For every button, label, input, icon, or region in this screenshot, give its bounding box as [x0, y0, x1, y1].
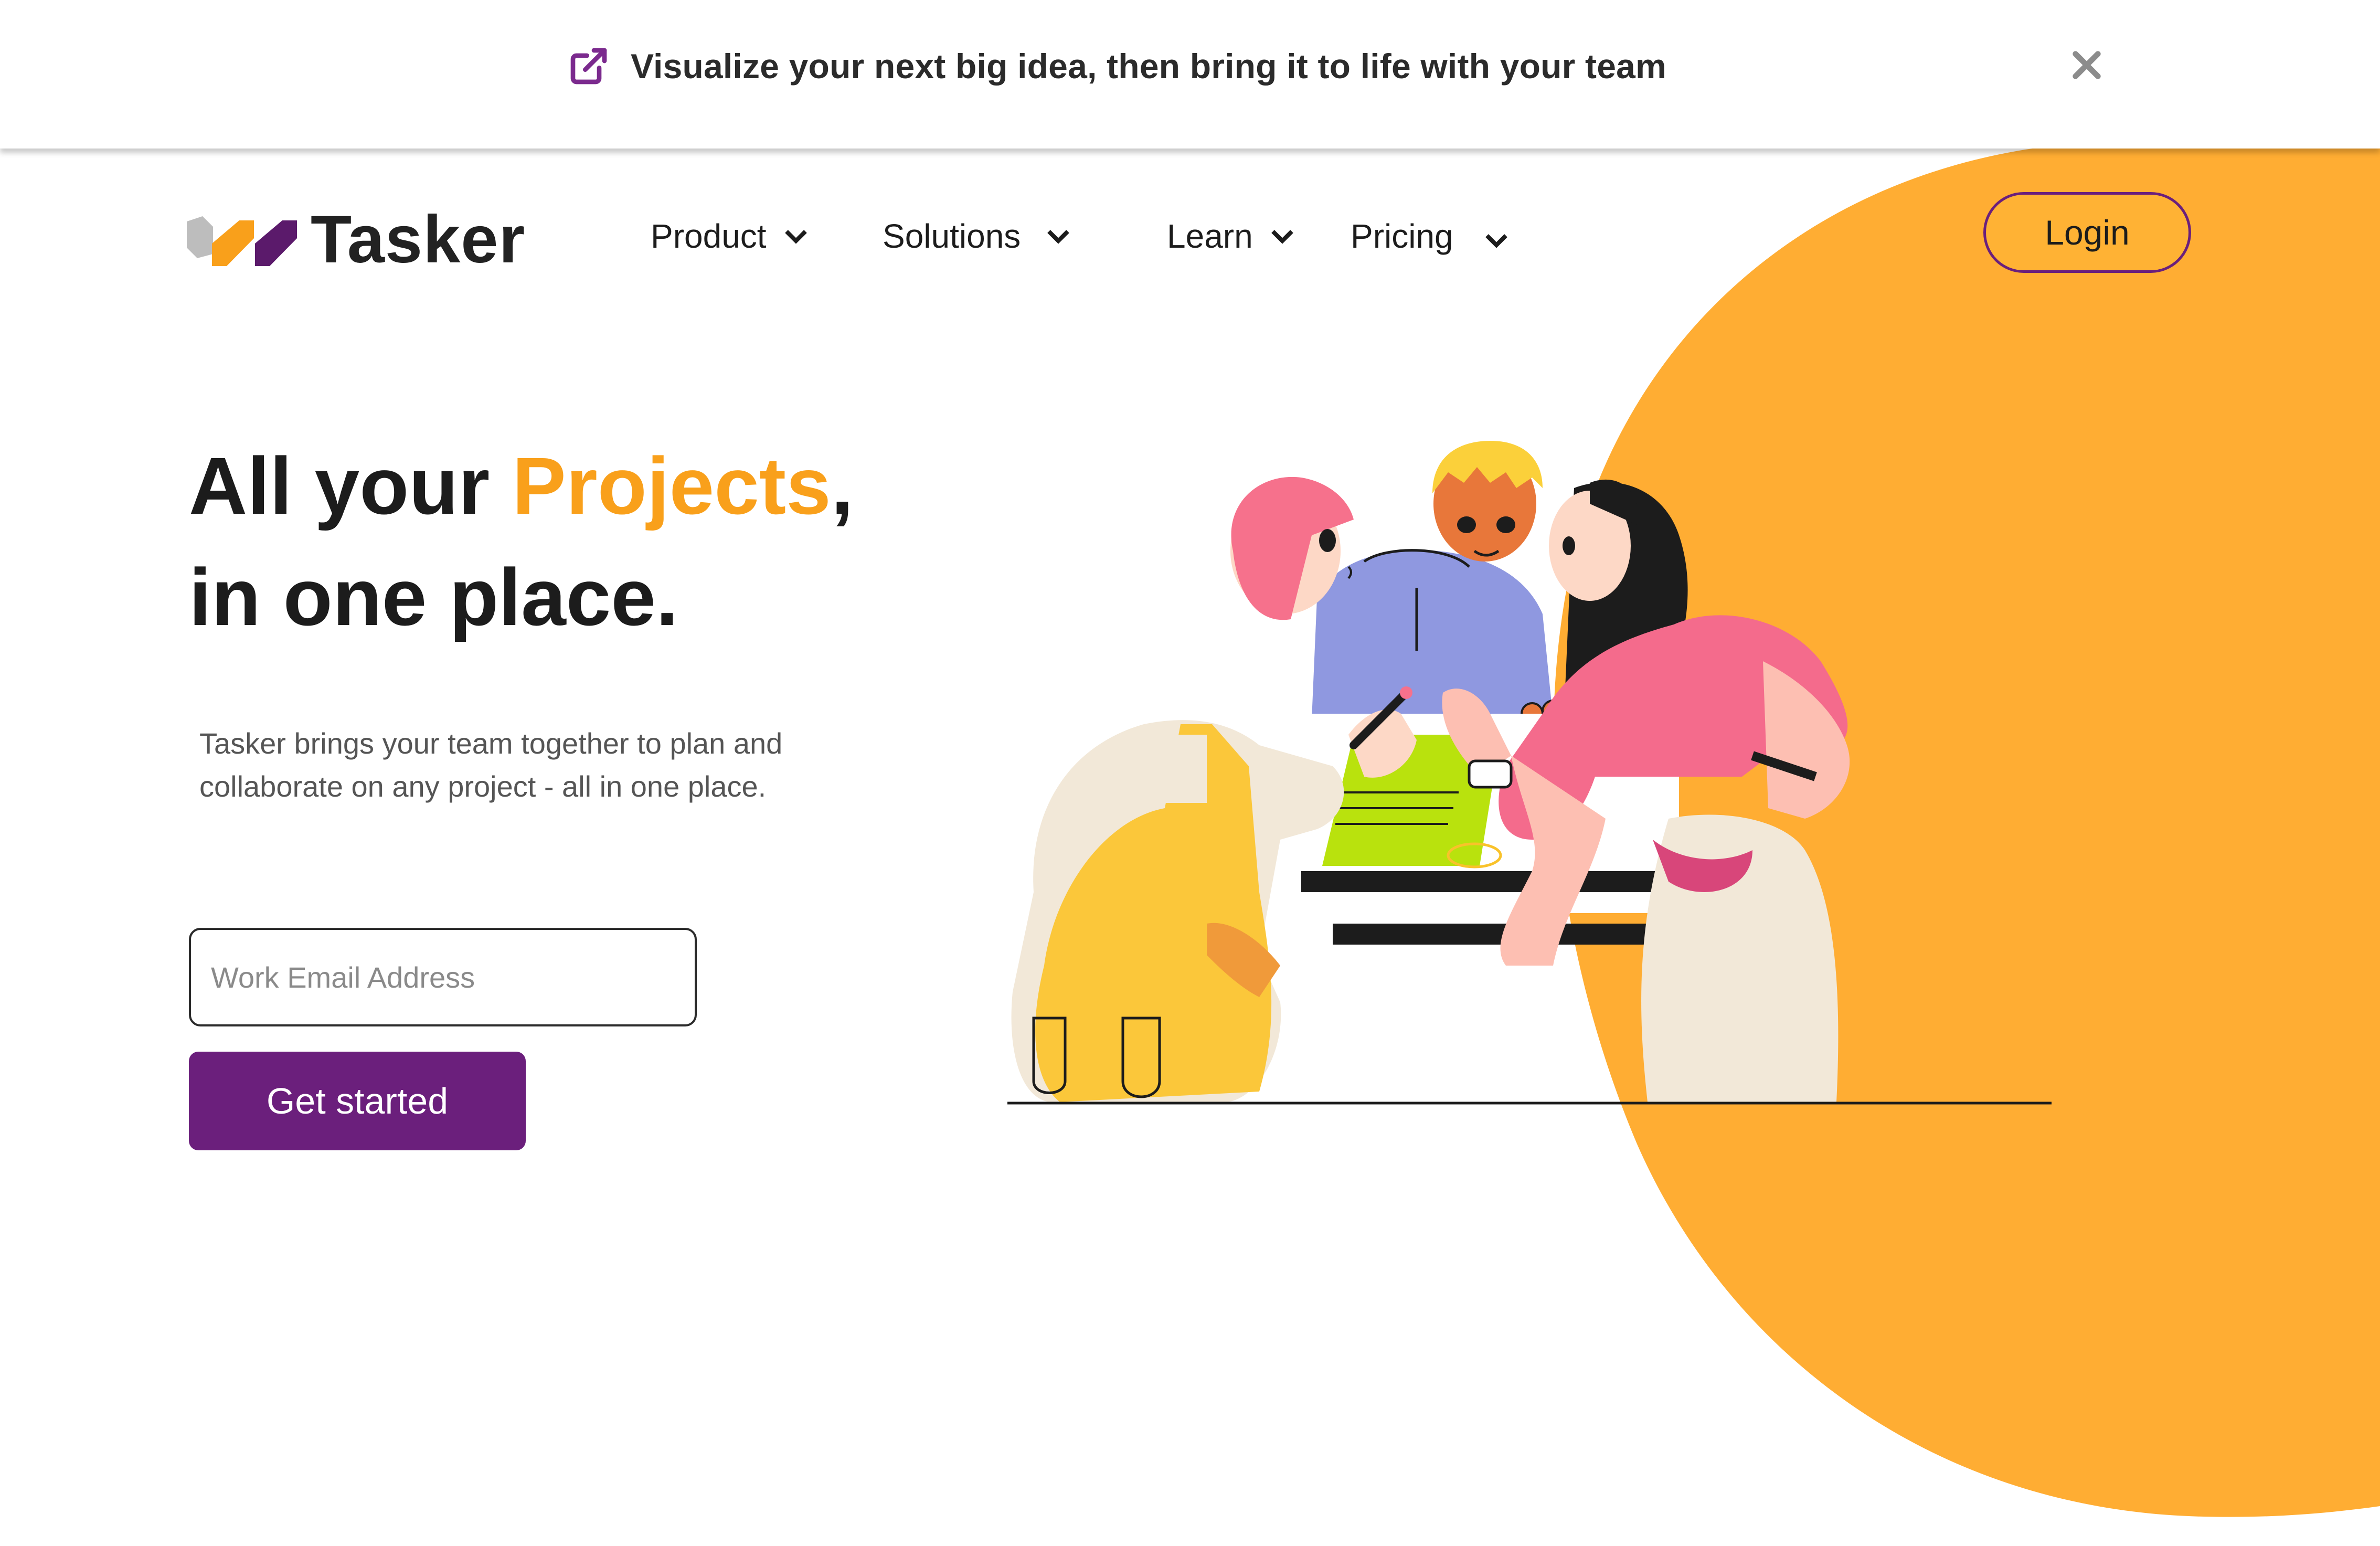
logo-mark-icon [187, 216, 297, 266]
hero-subtitle: Tasker brings your team together to plan… [199, 727, 783, 803]
nav-label-solutions: Solutions [883, 217, 1021, 255]
nav-product[interactable]: Product [651, 210, 808, 262]
external-link-icon[interactable] [568, 45, 610, 87]
get-started-button[interactable]: Get started [189, 1052, 526, 1150]
chevron-down-icon [1485, 232, 1508, 248]
team-collaboration-illustration [1007, 441, 2052, 1105]
hooded-person [1312, 441, 1586, 725]
nav-learn[interactable]: Learn [1167, 210, 1294, 262]
announcement-bar: Visualize your next big idea, then bring… [0, 0, 2380, 149]
work-email-input[interactable] [189, 928, 697, 1026]
announcement-text[interactable]: Visualize your next big idea, then bring… [631, 46, 1666, 86]
hero-title-accent: Projects [512, 441, 831, 531]
hero-title-line2: in one place. [189, 552, 678, 642]
hero-title: All your Projects, in one place. [189, 430, 854, 653]
announcement-content[interactable]: Visualize your next big idea, then bring… [568, 40, 1666, 92]
nav-label-product: Product [651, 217, 767, 255]
close-icon[interactable] [2070, 48, 2103, 82]
nav-solutions[interactable]: Solutions [883, 210, 1070, 262]
hero-title-part2: , [831, 441, 854, 531]
hero-title-part1: All your [189, 441, 513, 531]
chevron-down-icon [1047, 228, 1070, 244]
nav-label-pricing: Pricing [1351, 217, 1453, 255]
chevron-down-icon [1271, 228, 1294, 244]
nav-label-learn: Learn [1167, 217, 1253, 255]
login-button[interactable]: Login [1983, 192, 2191, 273]
tasker-logo[interactable]: Tasker [187, 200, 525, 279]
nav-pricing[interactable]: Pricing [1351, 210, 1508, 262]
chevron-down-icon [784, 228, 808, 244]
logo-text: Tasker [311, 202, 526, 277]
